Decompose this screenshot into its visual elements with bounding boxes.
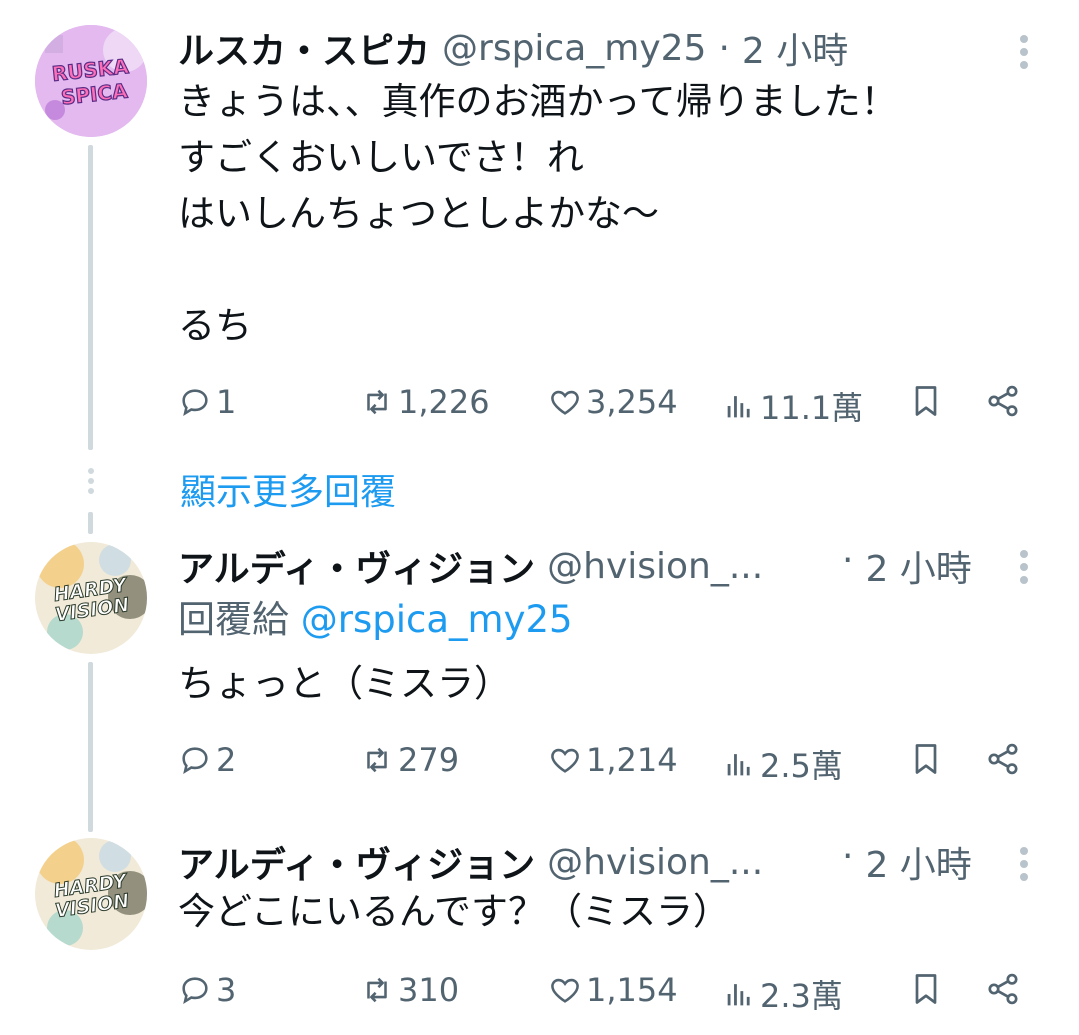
- heart-icon: [551, 390, 579, 415]
- thread-line: [88, 512, 93, 534]
- like-button[interactable]: 3,254: [548, 383, 678, 421]
- like-button[interactable]: 1,154: [548, 971, 678, 1009]
- tweet-line: [178, 242, 898, 298]
- display-name[interactable]: アルディ・ヴィジョン: [178, 540, 535, 592]
- thread-line: [88, 662, 93, 832]
- retweet-button[interactable]: 1,226: [360, 383, 490, 421]
- avatar-image: HARDY VISION: [35, 542, 147, 654]
- share-button[interactable]: [985, 971, 1021, 1011]
- user-handle[interactable]: @hvision_...: [547, 842, 763, 883]
- reply-button[interactable]: 3: [178, 971, 236, 1009]
- user-handle[interactable]: @hvision_...: [547, 546, 763, 587]
- share-icon: [988, 743, 1018, 775]
- bookmark-button[interactable]: [908, 383, 944, 423]
- analytics-icon: [727, 984, 750, 1006]
- reply-icon: [182, 389, 208, 416]
- reply-icon: [182, 747, 208, 774]
- like-count: 1,154: [586, 971, 678, 1009]
- display-name[interactable]: アルディ・ヴィジョン: [178, 836, 535, 888]
- tweet-line: ちょっと（ミスラ）: [178, 662, 511, 705]
- display-name[interactable]: ルスカ・スピカ: [178, 22, 430, 74]
- like-count: 3,254: [586, 383, 678, 421]
- retweet-icon: [367, 747, 387, 773]
- tweet-line: 今どこにいるんです？（ミスラ）: [178, 890, 731, 933]
- thread-line: [88, 145, 93, 450]
- like-count: 1,214: [586, 741, 678, 779]
- tweet-line: きょうは、、真作のお酒かって帰りました！: [178, 80, 898, 123]
- reply-context: 回覆給 @rspica_my25: [178, 592, 573, 648]
- retweet-icon: [367, 977, 387, 1003]
- view-count: 2.5萬: [760, 747, 843, 785]
- tweet-header: アルディ・ヴィジョン @hvision_...: [178, 836, 763, 888]
- timestamp[interactable]: 2 小時: [742, 22, 848, 74]
- timestamp[interactable]: 2 小時: [865, 836, 971, 888]
- tweet-header: アルディ・ヴィジョン @hvision_...: [178, 540, 763, 592]
- more-options-icon[interactable]: [1018, 545, 1030, 589]
- reply-button[interactable]: 2: [178, 741, 236, 779]
- avatar-hardy-vision[interactable]: HARDY VISION: [35, 838, 147, 950]
- tweet-time: · 2 小時: [842, 836, 972, 888]
- retweet-count: 279: [398, 741, 460, 779]
- views-button[interactable]: 2.3萬: [722, 971, 843, 1017]
- tweet-time: · 2 小時: [842, 540, 972, 592]
- separator-dot: ·: [718, 27, 730, 69]
- reply-count: 3: [216, 971, 237, 1009]
- share-icon: [988, 973, 1018, 1005]
- bookmark-button[interactable]: [908, 971, 944, 1011]
- avatar-ruska[interactable]: RUSKA SPICA: [35, 25, 147, 137]
- like-button[interactable]: 1,214: [548, 741, 678, 779]
- avatar-image: HARDY VISION: [35, 838, 147, 950]
- tweet-text: きょうは、、真作のお酒かって帰りました！ すごくおいしいでさ！れ はいしんちょつ…: [178, 74, 898, 354]
- show-more-replies-link[interactable]: 顯示更多回覆: [180, 463, 396, 515]
- bookmark-button[interactable]: [908, 741, 944, 781]
- more-options-icon[interactable]: [1018, 30, 1030, 74]
- more-options-icon[interactable]: [1018, 842, 1030, 886]
- timestamp[interactable]: 2 小時: [865, 540, 971, 592]
- reply-count: 2: [216, 741, 237, 779]
- reply-count: 1: [216, 383, 237, 421]
- share-icon: [988, 385, 1018, 417]
- retweet-button[interactable]: 310: [360, 971, 459, 1009]
- avatar-hardy-vision[interactable]: HARDY VISION: [35, 542, 147, 654]
- bookmark-icon: [915, 744, 937, 774]
- retweet-icon: [367, 389, 387, 415]
- separator-dot: ·: [842, 540, 854, 581]
- tweet-line: るち: [178, 304, 252, 347]
- retweet-button[interactable]: 279: [360, 741, 459, 779]
- reply-to-handle[interactable]: @rspica_my25: [301, 598, 573, 641]
- reply-button[interactable]: 1: [178, 383, 236, 421]
- share-button[interactable]: [985, 741, 1021, 781]
- user-handle[interactable]: @rspica_my25: [442, 28, 706, 69]
- retweet-count: 310: [398, 971, 460, 1009]
- tweet-header: ルスカ・スピカ @rspica_my25 · 2 小時: [178, 22, 848, 74]
- bookmark-icon: [915, 386, 937, 416]
- separator-dot: ·: [842, 836, 854, 877]
- analytics-icon: [727, 396, 750, 418]
- tweet-line: すごくおいしいでさ！れ: [178, 136, 584, 179]
- tweet-text: ちょっと（ミスラ）: [178, 656, 511, 712]
- heart-icon: [551, 978, 579, 1003]
- bookmark-icon: [915, 974, 937, 1004]
- thread-gap-dots: [88, 464, 94, 498]
- reply-icon: [182, 977, 208, 1004]
- avatar-image: RUSKA SPICA: [35, 25, 147, 137]
- analytics-icon: [727, 754, 750, 776]
- views-button[interactable]: 11.1萬: [722, 383, 863, 429]
- views-button[interactable]: 2.5萬: [722, 741, 843, 787]
- tweet-text: 今どこにいるんです？（ミスラ）: [178, 884, 730, 940]
- view-count: 11.1萬: [760, 389, 864, 427]
- reply-prefix: 回覆給: [178, 598, 289, 641]
- share-button[interactable]: [985, 383, 1021, 423]
- tweet-line: はいしんちょつとしよかな〜: [178, 192, 659, 235]
- view-count: 2.3萬: [760, 977, 843, 1015]
- heart-icon: [551, 748, 579, 773]
- retweet-count: 1,226: [398, 383, 490, 421]
